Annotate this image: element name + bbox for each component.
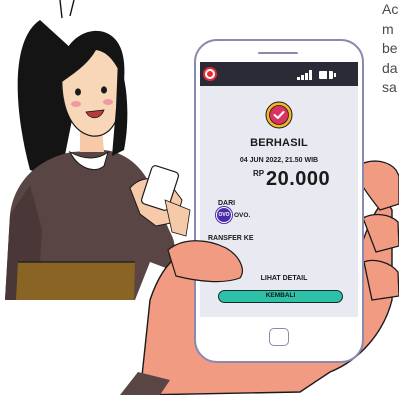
phone-screen: BERHASIL 04 JUN 2022, 21.50 WIB RP 20.00… — [0, 0, 399, 395]
transaction-amount: 20.000 — [266, 168, 331, 190]
caption-line: m — [382, 20, 394, 37]
transaction-date: 04 JUN 2022, 21.50 WIB — [239, 157, 319, 164]
wallet-name: OVO. — [234, 212, 251, 219]
record-dot-icon — [205, 69, 215, 79]
caption-line: sa — [382, 79, 397, 95]
status-bar-icons — [297, 70, 336, 80]
back-button[interactable]: KEMBALI — [218, 290, 343, 303]
signal-icon — [297, 70, 312, 80]
check-badge-icon — [265, 101, 293, 129]
transfer-to-label: RANSFER KE — [208, 235, 254, 242]
wallet-logo: OVO — [216, 207, 232, 223]
caption-line: da — [382, 59, 398, 76]
view-detail-link[interactable]: LIHAT DETAIL — [244, 275, 324, 282]
caption-line: be — [382, 40, 398, 56]
battery-icon — [319, 71, 336, 79]
home-button-icon[interactable] — [269, 328, 289, 346]
currency-label: RP — [253, 169, 265, 178]
caption-line: Ac — [382, 1, 399, 17]
side-caption: Ac m be da sa — [382, 0, 399, 98]
from-label: DARI — [218, 200, 236, 207]
status-title: BERHASIL — [250, 137, 308, 149]
